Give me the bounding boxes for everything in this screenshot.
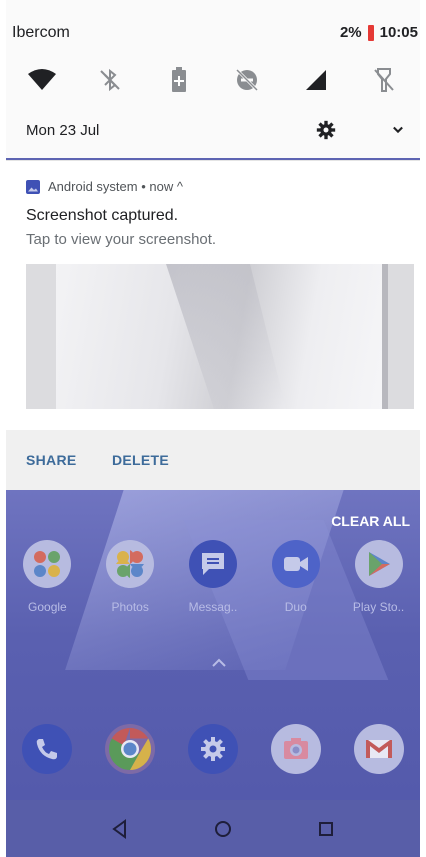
thumbnail-edge — [382, 264, 388, 409]
notification-app-name: Android system • now ^ — [48, 179, 183, 194]
messages-icon — [188, 540, 237, 588]
flashlight-off-icon[interactable] — [364, 60, 404, 100]
camera-icon[interactable] — [270, 724, 321, 774]
notification-shade-header: Ibercom 2% 10:05 Mon 23 Jul — [6, 0, 420, 158]
status-right: 2% 10:05 — [340, 24, 418, 41]
share-button[interactable]: SHARE — [26, 452, 77, 468]
app-label: Play Sto.. — [352, 600, 405, 614]
bluetooth-off-icon[interactable] — [90, 60, 130, 100]
battery-percent: 2% — [339, 24, 362, 41]
recents-icon[interactable] — [315, 818, 337, 840]
notification-header: Android system • now ^ — [26, 179, 183, 194]
gear-icon[interactable] — [316, 120, 336, 140]
wifi-icon[interactable] — [22, 60, 62, 100]
app-messages[interactable]: Messag.. — [177, 540, 249, 640]
app-label: Photos — [111, 600, 149, 614]
app-label: Google — [28, 600, 67, 614]
screenshot-thumbnail[interactable] — [26, 264, 414, 409]
navigation-bar — [6, 800, 420, 857]
chevron-down-icon[interactable] — [388, 120, 408, 140]
quick-settings-row — [6, 60, 420, 100]
notification-actions: SHARE DELETE — [6, 430, 420, 490]
notification-title: Screenshot captured. — [26, 207, 179, 224]
status-bar: Ibercom 2% 10:05 — [6, 18, 420, 48]
phone-icon[interactable] — [22, 724, 73, 774]
chrome-icon[interactable] — [105, 724, 156, 774]
settings-icon[interactable] — [187, 724, 238, 774]
do-not-disturb-off-icon[interactable] — [227, 60, 267, 100]
google-folder-icon — [23, 540, 72, 588]
screenshot-notification[interactable]: Android system • now ^ Screenshot captur… — [6, 160, 420, 431]
notification-text: Tap to view your screenshot. — [26, 231, 217, 248]
clock: 10:05 — [379, 24, 418, 41]
mobile-signal-icon[interactable] — [296, 60, 336, 100]
clear-all-button[interactable]: CLEAR ALL — [331, 513, 410, 529]
carrier-name: Ibercom — [12, 24, 70, 41]
phone-screen: Ibercom 2% 10:05 Mon 23 Jul Android syst… — [6, 0, 420, 857]
delete-button[interactable]: DELETE — [112, 452, 169, 468]
dock — [6, 724, 420, 784]
app-duo[interactable]: Duo — [260, 540, 332, 640]
app-label: Messag.. — [188, 600, 238, 614]
home-icon[interactable] — [212, 818, 234, 840]
app-google[interactable]: Google — [11, 540, 83, 640]
back-icon[interactable] — [109, 818, 131, 840]
date-label: Mon 23 Jul — [26, 122, 100, 139]
play-store-icon — [354, 540, 403, 588]
date-row: Mon 23 Jul — [6, 116, 420, 146]
photos-icon — [106, 540, 155, 588]
battery-icon — [367, 24, 374, 41]
app-label: Duo — [284, 600, 307, 614]
battery-saver-icon[interactable] — [159, 60, 199, 100]
app-play-store[interactable]: Play Sto.. — [343, 540, 415, 640]
chevron-up-icon[interactable] — [212, 658, 226, 668]
app-photos[interactable]: Photos — [94, 540, 166, 640]
image-icon — [26, 179, 40, 194]
duo-icon — [271, 540, 320, 588]
app-row: Google Photos Messag.. Duo Play Sto.. — [6, 540, 420, 640]
gmail-icon[interactable] — [353, 724, 404, 774]
